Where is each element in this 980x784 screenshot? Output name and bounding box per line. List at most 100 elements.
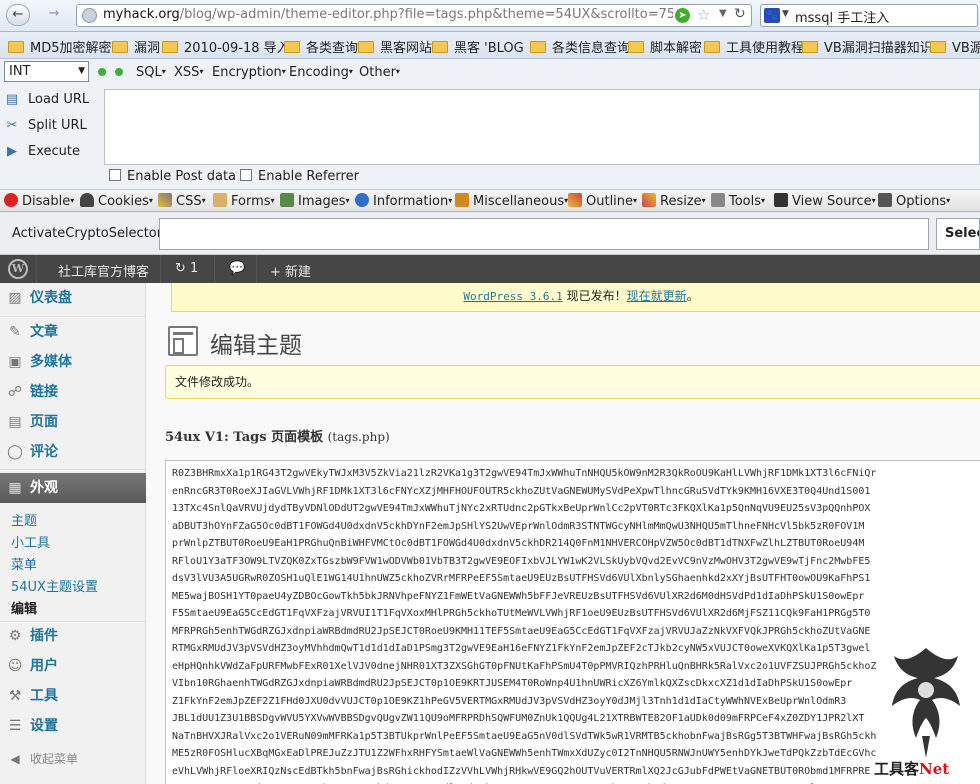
bookmark-folder[interactable]: 漏洞 (112, 37, 160, 56)
go-icon[interactable]: ➤ (675, 8, 690, 23)
load-url-icon: ▤ (5, 92, 19, 107)
wordpress-version-link[interactable]: WordPress 3.6.1 (463, 290, 562, 303)
plus-icon[interactable] (115, 68, 123, 76)
menu-plugins[interactable]: ⚙ 插件 (0, 622, 146, 650)
split-url-button[interactable]: ✂ Split URL (0, 114, 100, 138)
bookmark-folder[interactable]: 黑客 'BLOG (432, 37, 524, 56)
browser-toolbar: ← → myhack.org/blog/wp-admin/theme-edito… (0, 0, 980, 32)
bookmark-star-icon[interactable]: ☆ (697, 6, 710, 24)
enable-post-checkbox[interactable]: Enable Post data (109, 169, 236, 184)
submenu-themes[interactable]: 主题 (11, 510, 37, 529)
back-icon[interactable]: ← (6, 4, 30, 26)
wordpress-logo-icon[interactable]: W (8, 259, 28, 279)
updates-link[interactable]: ↻ 1 (175, 261, 198, 276)
file-name: (tags.php) (327, 430, 390, 444)
menu-links[interactable]: ☍ 链接 (0, 378, 146, 406)
bookmark-folder[interactable]: VB源 (930, 37, 980, 56)
resize-menu[interactable]: Resize▾ (642, 193, 706, 209)
information-menu[interactable]: Information▾ (355, 193, 452, 209)
images-menu[interactable]: Images▾ (280, 193, 350, 209)
menu-dashboard[interactable]: ▨ 仪表盘 (0, 284, 146, 312)
xss-menu[interactable]: XSS▾ (174, 65, 203, 80)
menu-tools[interactable]: ⚒ 工具 (0, 682, 146, 710)
disable-menu[interactable]: Disable▾ (4, 193, 74, 209)
code-line: prWnlpZTBUT0RoeU9EaH1PRGhuQnBiWHFVMCtOc0… (172, 538, 865, 549)
encoding-select[interactable]: INT ▼ (4, 61, 89, 82)
bookmark-folder[interactable]: MD5加密解密 (8, 37, 112, 56)
address-bar[interactable]: myhack.org/blog/wp-admin/theme-editor.ph… (76, 4, 752, 27)
menu-settings[interactable]: ☰ 设置 (0, 712, 146, 740)
encoding-menu[interactable]: Encoding▾ (289, 65, 353, 80)
folder-icon (704, 41, 720, 53)
search-bar[interactable]: 🐾 ▼ mssql 手工注入 (760, 4, 978, 27)
css-menu[interactable]: CSS▾ (158, 193, 206, 209)
bookmark-folder[interactable]: 黑客网站 (358, 37, 432, 56)
plus-icon: + (270, 265, 281, 280)
search-engine-icon[interactable]: 🐾 (764, 8, 780, 23)
view-source-menu[interactable]: View Source▾ (774, 193, 876, 209)
bookmark-folder[interactable]: 脚本解密 (628, 37, 702, 56)
menu-users[interactable]: ☺ 用户 (0, 652, 146, 680)
new-content-link[interactable]: + 新建 (270, 261, 311, 280)
options-menu[interactable]: Options▾ (878, 193, 950, 209)
folder-icon (112, 41, 128, 53)
update-text: 现已发布！ (566, 289, 627, 303)
crypto-input[interactable] (159, 218, 929, 250)
submenu-widgets[interactable]: 小工具 (11, 532, 50, 551)
file-heading: 54ux V1: Tags 页面模板 (tags.php) (165, 430, 390, 445)
menu-pages[interactable]: ▤ 页面 (0, 408, 146, 436)
activate-crypto-selector-button[interactable]: ActivateCryptoSelector (4, 219, 162, 249)
reload-icon[interactable]: ↻ (734, 6, 746, 22)
engine-dropdown-icon[interactable]: ▼ (782, 9, 789, 19)
submenu-menus[interactable]: 菜单 (11, 554, 37, 573)
menu-appearance[interactable]: ▦ 外观 (0, 473, 155, 503)
enable-referrer-checkbox[interactable]: Enable Referrer (240, 169, 359, 184)
site-name-link[interactable]: 社工库官方博客 (58, 261, 149, 280)
bookmark-folder[interactable]: VB漏洞扫描器知识 (802, 37, 933, 56)
forms-menu[interactable]: Forms▾ (213, 193, 275, 209)
play-icon: ▶ (7, 144, 17, 159)
submenu-editor[interactable]: 编辑 (11, 598, 37, 617)
update-now-link[interactable]: 现在就更新 (627, 289, 687, 303)
minus-icon[interactable] (98, 68, 106, 76)
view-source-icon (774, 193, 788, 207)
bookmark-folder[interactable]: 2010-09-18 导入 (162, 37, 290, 56)
miscellaneous-menu[interactable]: Miscellaneous▾ (455, 193, 568, 209)
checkbox-box[interactable] (109, 169, 121, 181)
code-line: MFRPRGh5enhTWGdRZGJxdnpiaWRBdmdRU2JpSEJC… (172, 625, 871, 637)
bookmark-folder[interactable]: 各类信息查询 (530, 37, 630, 56)
main-content: WordPress 3.6.1 现已发布！现在就更新。 编辑主题 文件修改成功。… (146, 283, 980, 784)
tools-menu[interactable]: Tools▾ (711, 193, 765, 209)
code-line: NaTnBHVXJRalVxc2o1VERuN09mMFRKa1p5T3BTUk… (172, 730, 877, 742)
checkbox-box[interactable] (240, 169, 252, 181)
forward-icon[interactable]: → (42, 4, 66, 26)
code-line: eVhLVWhjRFloeXRIQzNscEdBTkh5bnFwajBsRGhi… (172, 765, 871, 777)
menu-comments[interactable]: ◯ 评论 (0, 438, 146, 466)
site-identity-icon[interactable] (82, 8, 97, 23)
bookmark-folder[interactable]: 各类查询 (284, 37, 358, 56)
sql-menu[interactable]: SQL▾ (136, 65, 166, 80)
page-icon: ▤ (8, 414, 22, 430)
url-text[interactable]: myhack.org/blog/wp-admin/theme-editor.ph… (103, 7, 673, 22)
submenu-theme-options[interactable]: 54UX主题设置 (11, 576, 98, 595)
pin-icon: ✎ (9, 324, 21, 340)
divider (36, 255, 37, 283)
url-textarea[interactable] (104, 89, 980, 165)
search-query[interactable]: mssql 手工注入 (795, 7, 889, 26)
code-editor-textarea[interactable]: R0Z3BHRmxXa1p1RG43T2gwVEkyTWJxM3V5ZkVia2… (165, 460, 980, 784)
other-menu[interactable]: Other▾ (359, 65, 400, 80)
history-dropdown-icon[interactable]: ▼ (719, 8, 727, 19)
menu-posts[interactable]: ✎ 文章 (0, 318, 146, 346)
encryption-menu[interactable]: Encryption▾ (212, 65, 286, 80)
crypto-select[interactable]: Select (936, 218, 980, 250)
load-url-button[interactable]: ▤ Load URL (0, 88, 100, 112)
collapse-menu-button[interactable]: ◀ 收起菜单 (0, 745, 146, 773)
bookmark-folder[interactable]: 工具使用教程 (704, 37, 804, 56)
menu-media[interactable]: ▣ 多媒体 (0, 348, 146, 376)
outline-menu[interactable]: Outline▾ (568, 193, 637, 209)
comments-icon[interactable]: 💬 (229, 261, 245, 276)
cookies-menu[interactable]: Cookies▾ (80, 193, 153, 209)
dashboard-icon: ▨ (8, 290, 22, 306)
code-line: F5SmtaeU9EaG5CcEdGT1FqVXFzajVRVUI1T1FqVX… (172, 608, 871, 619)
execute-button[interactable]: ▶ Execute (0, 140, 100, 164)
